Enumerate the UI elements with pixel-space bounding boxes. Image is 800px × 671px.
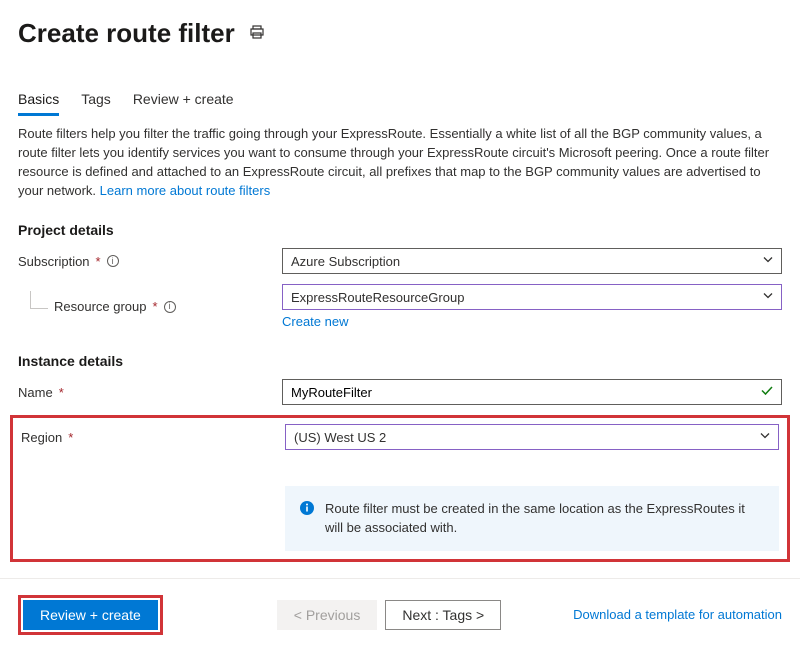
review-create-highlight: Review + create: [18, 595, 163, 635]
chevron-down-icon: [762, 290, 774, 305]
resource-group-select[interactable]: ExpressRouteResourceGroup: [282, 284, 782, 310]
tab-tags[interactable]: Tags: [81, 85, 111, 115]
section-project-details: Project details: [18, 222, 782, 238]
tab-basics[interactable]: Basics: [18, 85, 59, 115]
region-highlight-box: Region * (US) West US 2 Route filter mus…: [10, 415, 790, 561]
tab-review-create[interactable]: Review + create: [133, 85, 234, 115]
check-icon: [760, 384, 774, 401]
subscription-label: Subscription: [18, 254, 90, 269]
region-info-banner: Route filter must be created in the same…: [285, 486, 779, 550]
region-select[interactable]: (US) West US 2: [285, 424, 779, 450]
next-button[interactable]: Next : Tags >: [385, 600, 501, 630]
indent-connector: [30, 291, 48, 309]
chevron-down-icon: [759, 430, 771, 445]
info-icon[interactable]: i: [107, 255, 119, 267]
create-new-link[interactable]: Create new: [282, 314, 348, 329]
info-banner-text: Route filter must be created in the same…: [325, 500, 765, 536]
review-create-button[interactable]: Review + create: [23, 600, 158, 630]
download-template-link[interactable]: Download a template for automation: [573, 607, 782, 622]
name-input[interactable]: [282, 379, 782, 405]
page-title: Create route filter: [18, 18, 235, 49]
chevron-down-icon: [762, 254, 774, 269]
previous-button: < Previous: [277, 600, 378, 630]
info-icon[interactable]: i: [164, 301, 176, 313]
section-instance-details: Instance details: [18, 353, 782, 369]
print-icon[interactable]: [249, 24, 265, 43]
info-icon: [299, 500, 315, 516]
resource-group-label: Resource group: [54, 299, 147, 314]
required-asterisk: *: [96, 254, 101, 269]
required-asterisk: *: [153, 299, 158, 314]
learn-more-link[interactable]: Learn more about route filters: [100, 183, 271, 198]
required-asterisk: *: [59, 385, 64, 400]
required-asterisk: *: [68, 430, 73, 445]
subscription-select[interactable]: Azure Subscription: [282, 248, 782, 274]
description-text: Route filters help you filter the traffi…: [18, 125, 782, 200]
name-label: Name: [18, 385, 53, 400]
region-label: Region: [21, 430, 62, 445]
tabs: Basics Tags Review + create: [18, 85, 782, 115]
